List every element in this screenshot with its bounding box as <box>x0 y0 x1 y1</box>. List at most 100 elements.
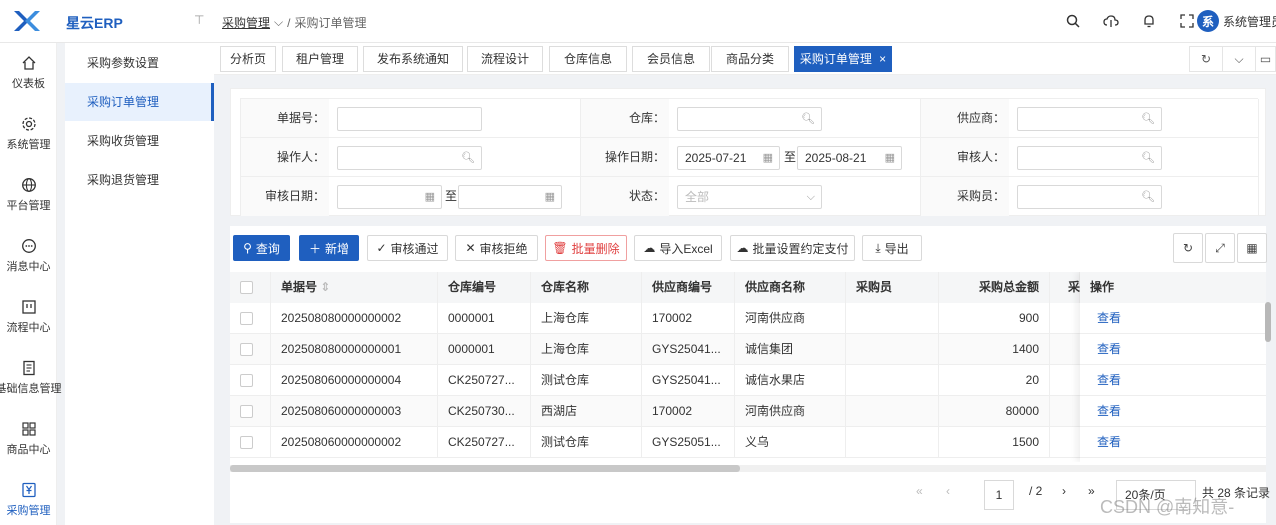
row-checkbox[interactable] <box>240 405 253 418</box>
subnav-item-purchase-returns[interactable]: 采购退货管理 <box>65 161 214 199</box>
nav-item-basic-info[interactable]: 基础信息管理 <box>0 360 63 396</box>
query-button[interactable]: ⚲ 查询 <box>233 235 290 261</box>
row-select-cell <box>230 365 271 396</box>
query-label: 查询 <box>255 241 280 256</box>
supplier-input[interactable]: 🔍︎ <box>1017 107 1162 131</box>
horizontal-scrollbar[interactable] <box>230 465 1266 472</box>
filter-panel: 单据号： 仓库： 🔍︎ 供应商： 🔍︎ 操作人： 🔍︎ 操作日期： 2025-0… <box>230 88 1266 216</box>
nav-item-messages[interactable]: 消息中心 <box>0 238 57 274</box>
view-link[interactable]: 查看 <box>1080 334 1266 365</box>
tab-purchase-orders[interactable]: 采购订单管理 × <box>794 46 892 72</box>
prev-page-icon[interactable]: ‹ <box>946 484 950 498</box>
column-header[interactable]: 单据号 ⇕ <box>271 272 438 303</box>
nav-item-dashboard[interactable]: 仪表板 <box>0 55 57 91</box>
filter-cell: 操作日期： 2025-07-21 ▦ 至 2025-08-21 ▦ <box>581 138 921 177</box>
refresh-icon[interactable]: ↻ <box>1173 233 1203 263</box>
last-page-icon[interactable]: » <box>1088 484 1095 498</box>
search-icon: 🔍︎ <box>1141 152 1155 164</box>
home-icon <box>22 56 35 70</box>
row-checkbox[interactable] <box>240 374 253 387</box>
user-menu[interactable]: 系 系统管理员 <box>1197 10 1276 32</box>
reject-button[interactable]: ✕ 审核拒绝 <box>455 235 538 261</box>
bell-icon[interactable] <box>1140 12 1158 30</box>
op-date-to-input[interactable]: 2025-08-21 ▦ <box>797 146 902 170</box>
audit-date-from-input[interactable]: ▦ <box>337 185 442 209</box>
first-page-icon[interactable]: « <box>916 484 923 498</box>
row-checkbox[interactable] <box>240 343 253 356</box>
view-link[interactable]: 查看 <box>1080 365 1266 396</box>
tab-warehouse[interactable]: 仓库信息 <box>549 46 627 72</box>
view-link[interactable]: 查看 <box>1080 396 1266 427</box>
status-select[interactable]: 全部 ⌵ <box>677 185 822 209</box>
subnav-item-purchase-receipts[interactable]: 采购收货管理 <box>65 122 214 160</box>
nav-item-platform[interactable]: 平台管理 <box>0 177 57 213</box>
pin-icon[interactable]: ⊤ <box>194 13 204 27</box>
row-checkbox[interactable] <box>240 312 253 325</box>
buyer-cell <box>846 334 939 365</box>
next-page-icon[interactable]: › <box>1062 484 1066 498</box>
add-button[interactable]: ＋ 新增 <box>299 235 359 261</box>
chevron-down-icon[interactable]: ⌵ <box>1222 46 1256 72</box>
column-settings-icon[interactable]: ▦ <box>1237 233 1267 263</box>
page-input[interactable]: 1 <box>984 480 1014 510</box>
fullscreen-icon[interactable]: ⤢ <box>1205 233 1235 263</box>
batch-delete-button[interactable]: 🗑︎ 批量删除 <box>545 235 627 261</box>
view-link-label: 查看 <box>1097 373 1122 387</box>
tab-members[interactable]: 会员信息 <box>632 46 710 72</box>
op-date-from-input[interactable]: 2025-07-21 ▦ <box>677 146 780 170</box>
fullscreen-icon[interactable] <box>1178 12 1196 30</box>
tab-maximize-icon[interactable]: ▭ <box>1255 46 1276 72</box>
watermark: CSDN @南知意- <box>1100 497 1235 517</box>
doc-no-cell: 202508060000000002 <box>271 427 438 458</box>
total-pages: / 2 <box>1029 484 1043 498</box>
doc-no-cell: 202508080000000001 <box>271 334 438 365</box>
buyer-label: 采购员： <box>921 177 1009 216</box>
buyer-input[interactable]: 🔍︎ <box>1017 185 1162 209</box>
grid-icon <box>21 422 36 436</box>
tab-flow-design[interactable]: 流程设计 <box>467 46 543 72</box>
message-icon <box>21 239 36 253</box>
doc-no-input[interactable] <box>337 107 482 131</box>
filter-cell: 审核人： 🔍︎ <box>921 138 1259 177</box>
cloud-icon[interactable] <box>1102 12 1120 30</box>
tab-categories[interactable]: 商品分类 <box>711 46 789 72</box>
filter-cell: 状态： 全部 ⌵ <box>581 177 921 216</box>
tab-analysis[interactable]: 分析页 <box>220 46 276 72</box>
export-button[interactable]: ⤓ 导出 <box>862 235 922 261</box>
wh-name-cell: 西湖店 <box>531 396 642 427</box>
batch-pay-button[interactable]: ☁ 批量设置约定支付 <box>730 235 855 261</box>
sort-icon[interactable]: ⇕ <box>320 280 330 294</box>
subnav-item-purchase-settings[interactable]: 采购参数设置 <box>65 44 214 82</box>
breadcrumb: 采购管理 ⌵ / 采购订单管理 <box>222 14 366 31</box>
download-icon: ⤓ <box>875 240 881 255</box>
warehouse-input[interactable]: 🔍︎ <box>677 107 822 131</box>
approve-button[interactable]: ✓ 审核通过 <box>367 235 448 261</box>
auditor-input[interactable]: 🔍︎ <box>1017 146 1162 170</box>
scroll-thumb[interactable] <box>230 465 740 472</box>
close-icon[interactable]: × <box>879 52 886 66</box>
sup-code-cell: GYS25051... <box>642 427 735 458</box>
select-all-checkbox[interactable] <box>240 281 253 294</box>
view-link-label: 查看 <box>1097 435 1122 449</box>
nav-item-system[interactable]: 系统管理 <box>0 116 57 152</box>
vertical-scrollbar[interactable] <box>1265 302 1271 342</box>
nav-item-products[interactable]: 商品中心 <box>0 421 57 457</box>
operator-input[interactable]: 🔍︎ <box>337 146 482 170</box>
search-icon: 🔍︎ <box>1141 191 1155 203</box>
subnav-item-purchase-orders[interactable]: 采购订单管理 <box>65 83 214 121</box>
import-excel-button[interactable]: ☁ 导入Excel <box>634 235 722 261</box>
buyer-cell <box>846 303 939 334</box>
tab-tenants[interactable]: 租户管理 <box>282 46 358 72</box>
refresh-tab-icon[interactable]: ↻ <box>1189 46 1223 72</box>
tab-notifications[interactable]: 发布系统通知 <box>363 46 463 72</box>
row-checkbox[interactable] <box>240 436 253 449</box>
sup-code-cell: GYS25041... <box>642 334 735 365</box>
breadcrumb-parent[interactable]: 采购管理 <box>222 14 270 31</box>
view-link[interactable]: 查看 <box>1080 303 1266 334</box>
view-link[interactable]: 查看 <box>1080 427 1266 458</box>
nav-item-flow[interactable]: 流程中心 <box>0 299 57 335</box>
audit-date-to-input[interactable]: ▦ <box>458 185 562 209</box>
wh-code-cell: CK250730... <box>438 396 531 427</box>
search-icon[interactable] <box>1064 12 1082 30</box>
nav-item-purchase[interactable]: 采购管理 <box>0 482 57 518</box>
